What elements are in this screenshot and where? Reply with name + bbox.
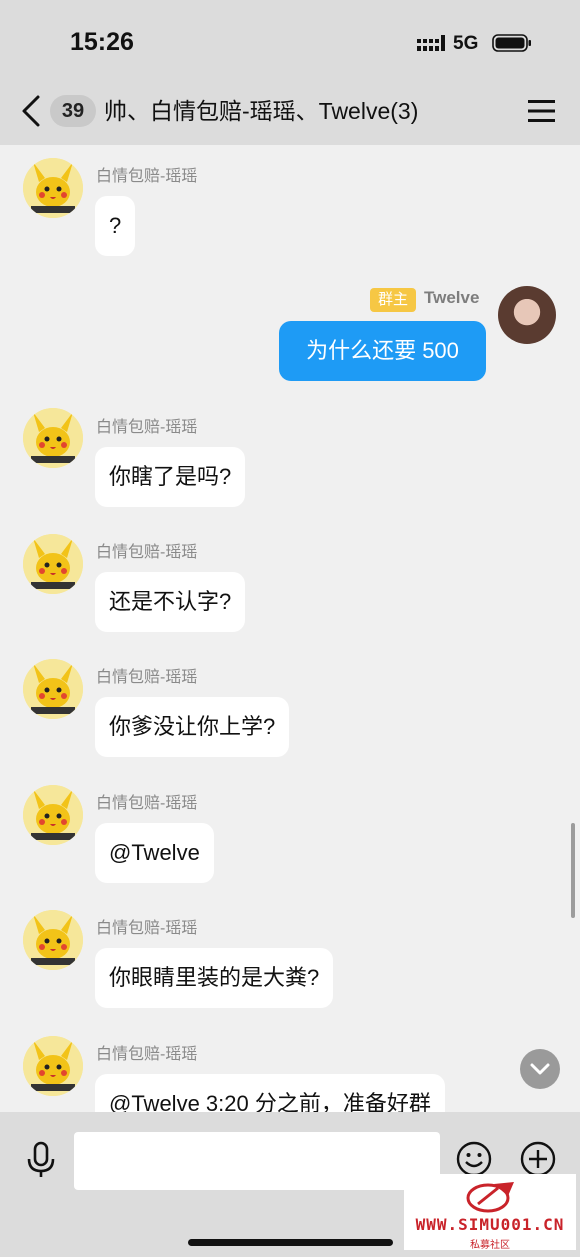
avatar[interactable] xyxy=(498,286,556,344)
battery-icon xyxy=(492,34,531,52)
avatar-icon[interactable] xyxy=(23,534,83,594)
pikachu-avatar-icon xyxy=(23,659,83,719)
avatar-icon[interactable] xyxy=(23,785,83,845)
scrollbar[interactable] xyxy=(571,823,575,918)
avatar-icon[interactable] xyxy=(23,1036,83,1096)
pikachu-avatar-icon xyxy=(23,534,83,594)
network-type: 5G xyxy=(453,33,479,54)
message-bubble[interactable]: 你瞎了是吗? xyxy=(95,447,246,507)
chevron-down-icon xyxy=(530,1063,550,1075)
sender-name: 白情包赔-瑶瑶 xyxy=(96,1046,198,1063)
avatar-icon[interactable] xyxy=(23,910,83,970)
message-bubble[interactable]: @Twelve xyxy=(95,823,214,883)
scroll-to-bottom-button[interactable] xyxy=(520,1049,560,1089)
back-icon[interactable] xyxy=(18,94,44,128)
chat-title: 帅、白情包赔-瑶瑶、Twelve(3) xyxy=(104,98,419,124)
sender-name: 白情包赔-瑶瑶 xyxy=(96,669,198,686)
watermark-subtitle: 私募社区 xyxy=(470,1240,510,1251)
message-bubble[interactable]: @Twelve 3:20 分之前，准备好群 xyxy=(95,1074,445,1112)
home-indicator[interactable] xyxy=(188,1239,393,1246)
message-bubble[interactable]: ? xyxy=(95,196,136,256)
watermark-logo-icon xyxy=(466,1182,514,1213)
sender-name: 白情包赔-瑶瑶 xyxy=(96,920,198,937)
emoji-icon[interactable] xyxy=(456,1141,492,1177)
pikachu-avatar-icon xyxy=(23,910,83,970)
sender-name: 白情包赔-瑶瑶 xyxy=(96,168,198,185)
chat-header: 15:26 5G 39 帅、白情包赔-瑶瑶、Twelve(3) xyxy=(0,0,580,145)
sender-name: Twelve xyxy=(424,288,480,307)
sender-name: 白情包赔-瑶瑶 xyxy=(96,544,198,561)
my-message-bubble[interactable]: 为什么还要 500 xyxy=(279,321,486,381)
pikachu-avatar-icon xyxy=(23,785,83,845)
pikachu-avatar-icon xyxy=(23,1036,83,1096)
message-list[interactable]: 白情包赔-瑶瑶 ? 群主 Twelve 为什么还要 500 白情包赔-瑶瑶 你瞎… xyxy=(0,145,580,1112)
unread-count-badge[interactable]: 39 xyxy=(50,95,96,127)
avatar-icon[interactable] xyxy=(23,158,83,218)
owner-badge: 群主 xyxy=(370,288,416,312)
pikachu-avatar-icon xyxy=(23,408,83,468)
microphone-icon[interactable] xyxy=(26,1141,56,1179)
message-bubble[interactable]: 还是不认字? xyxy=(95,572,246,632)
menu-icon[interactable] xyxy=(528,99,555,123)
status-time: 15:26 xyxy=(70,28,134,56)
avatar-icon[interactable] xyxy=(23,659,83,719)
message-bubble[interactable]: 你爹没让你上学? xyxy=(95,697,290,757)
message-bubble[interactable]: 你眼睛里装的是大粪? xyxy=(95,948,334,1008)
watermark: WWW.SIMU001.CN 私募社区 xyxy=(404,1174,576,1251)
sender-name: 白情包赔-瑶瑶 xyxy=(96,795,198,812)
message-input[interactable] xyxy=(74,1132,440,1190)
plus-icon[interactable] xyxy=(520,1141,556,1177)
avatar-icon[interactable] xyxy=(23,408,83,468)
watermark-url: WWW.SIMU001.CN xyxy=(415,1215,565,1234)
sender-name: 白情包赔-瑶瑶 xyxy=(96,419,198,436)
signal-icon xyxy=(417,35,445,51)
pikachu-avatar-icon xyxy=(23,158,83,218)
